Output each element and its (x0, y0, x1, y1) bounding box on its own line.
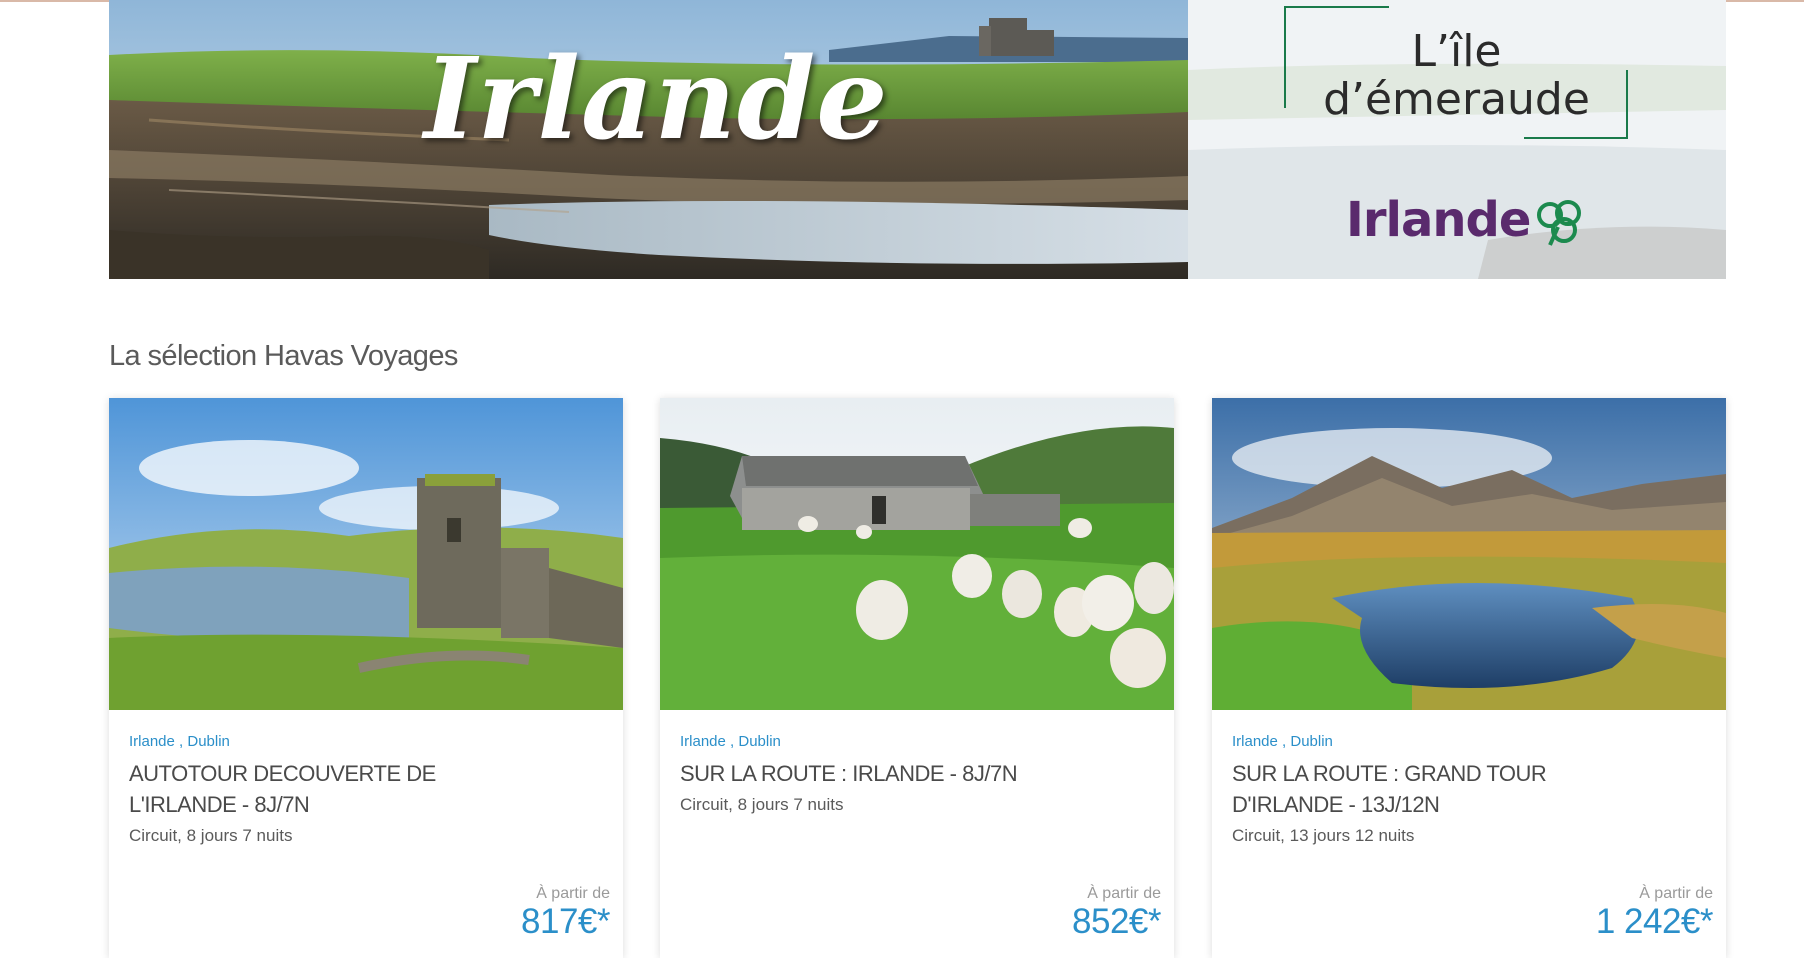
banner-tagline-panel: L’île d’émeraude Irlande (1188, 0, 1726, 279)
card-location[interactable]: Irlande , Dublin (680, 732, 1154, 752)
card-title[interactable]: AUTOTOUR DECOUVERTE DE L'IRLANDE - 8J/7N (129, 758, 603, 820)
card-title-line-1[interactable]: SUR LA ROUTE : IRLANDE - 8J/7N (680, 758, 1154, 789)
card-location[interactable]: Irlande , Dublin (129, 732, 603, 752)
card-price[interactable]: 1 242€* (1596, 902, 1714, 942)
card-title[interactable]: SUR LA ROUTE : IRLANDE - 8J/7N (680, 758, 1154, 789)
card-title-line-1[interactable]: AUTOTOUR DECOUVERTE DE (129, 758, 603, 789)
section-title: La sélection Havas Voyages (109, 340, 458, 372)
card-image-sheep-cottage[interactable] (660, 398, 1174, 710)
card-title[interactable]: SUR LA ROUTE : GRAND TOUR D'IRLANDE - 13… (1232, 758, 1706, 820)
tagline-line-1: L’île (1411, 26, 1502, 77)
frame-corner-line (1524, 137, 1628, 139)
tourism-ireland-logo: Irlande (1346, 192, 1588, 248)
banner-title: Irlande (424, 34, 889, 165)
banner-tagline: L’île d’émeraude (1286, 28, 1627, 124)
trip-card[interactable]: Irlande , Dublin SUR LA ROUTE : IRLANDE … (660, 398, 1174, 958)
price-from-label: À partir de (1639, 885, 1713, 902)
card-image-mountain-river[interactable] (1212, 398, 1726, 710)
card-duration: Circuit, 8 jours 7 nuits (680, 795, 844, 814)
price-from-label: À partir de (1087, 885, 1161, 902)
card-body: Irlande , Dublin AUTOTOUR DECOUVERTE DE … (129, 732, 603, 849)
tagline-line-2: d’émeraude (1323, 74, 1590, 125)
trip-card[interactable]: Irlande , Dublin AUTOTOUR DECOUVERTE DE … (109, 398, 623, 958)
promo-banner[interactable]: Irlande L’île d’émeraude Irlande (109, 0, 1726, 279)
brand-logo-text: Irlande (1346, 192, 1531, 248)
card-duration: Circuit, 8 jours 7 nuits (129, 826, 293, 845)
trip-card[interactable]: Irlande , Dublin SUR LA ROUTE : GRAND TO… (1212, 398, 1726, 958)
card-title-line-2[interactable]: D'IRLANDE - 13J/12N (1232, 789, 1706, 820)
card-price[interactable]: 852€* (1072, 902, 1161, 942)
card-title-line-1[interactable]: SUR LA ROUTE : GRAND TOUR (1232, 758, 1706, 789)
card-duration: Circuit, 13 jours 12 nuits (1232, 826, 1415, 845)
frame-corner-line (1284, 6, 1389, 8)
card-image-castle-ruin[interactable] (109, 398, 623, 710)
card-title-line-2[interactable]: L'IRLANDE - 8J/7N (129, 789, 603, 820)
card-location[interactable]: Irlande , Dublin (1232, 732, 1706, 752)
banner-coast-photo: Irlande (109, 0, 1188, 279)
card-body: Irlande , Dublin SUR LA ROUTE : IRLANDE … (680, 732, 1154, 818)
card-price[interactable]: 817€* (521, 902, 610, 942)
shamrock-icon (1537, 200, 1582, 246)
price-from-label: À partir de (536, 885, 610, 902)
card-body: Irlande , Dublin SUR LA ROUTE : GRAND TO… (1232, 732, 1706, 849)
